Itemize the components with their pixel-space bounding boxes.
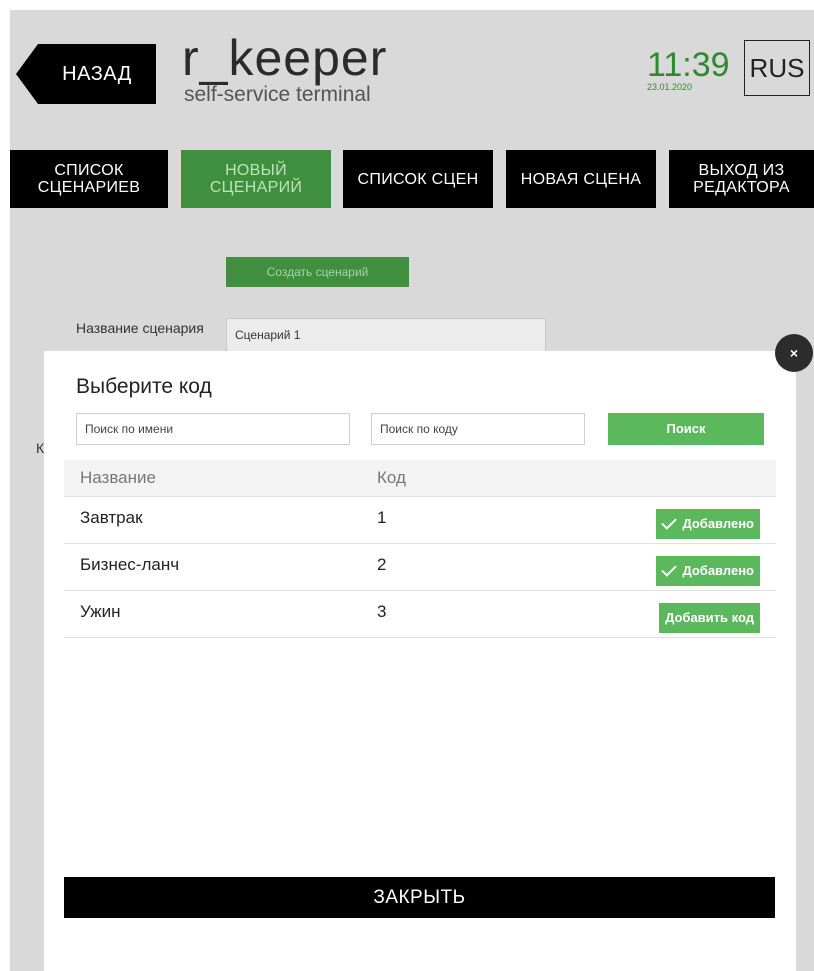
checkmark-icon [661, 514, 678, 530]
hidden-label-fragment: К [36, 440, 45, 456]
back-button-label: НАЗАД [62, 63, 132, 85]
scenario-name-label: Название сценария [76, 320, 204, 336]
search-by-name-input[interactable]: Поиск по имени [76, 413, 350, 445]
add-code-button[interactable]: Добавить код [659, 603, 760, 633]
added-button[interactable]: Добавлено [656, 556, 760, 586]
column-header-name: Название [80, 468, 156, 487]
app-logo: r_keeper self-service terminal [182, 30, 387, 106]
table-header: Название Код [64, 460, 776, 497]
added-button[interactable]: Добавлено [656, 509, 760, 539]
nav-exit-editor[interactable]: ВЫХОД ИЗ РЕДАКТОРА [669, 150, 814, 208]
logo-title: r_keeper [182, 30, 388, 86]
row-code: 2 [377, 555, 387, 574]
checkmark-icon [661, 561, 678, 577]
add-code-button-label: Добавить код [665, 610, 754, 625]
logo-subtitle: self-service terminal [184, 83, 371, 106]
create-scenario-button[interactable]: Создать сценарий [226, 257, 409, 287]
close-icon[interactable]: × [775, 334, 813, 372]
row-code: 3 [377, 602, 387, 621]
row-name: Бизнес-ланч [80, 555, 180, 574]
search-by-code-input[interactable]: Поиск по коду [371, 413, 585, 445]
column-header-code: Код [377, 468, 406, 487]
clock-time: 11:39 [647, 46, 730, 84]
row-name: Ужин [80, 602, 121, 621]
back-button[interactable]: НАЗАД [16, 44, 156, 104]
main-nav: СПИСОК СЦЕНАРИЕВ НОВЫЙ СЦЕНАРИЙ СПИСОК С… [10, 150, 814, 208]
codes-table: Название Код Завтрак 1 Добавлено Бизнес-… [64, 460, 776, 638]
clock: 11:39 23.01.2020 [647, 46, 730, 92]
scenario-name-input[interactable]: Сценарий 1 [226, 318, 546, 352]
nav-scenario-list[interactable]: СПИСОК СЦЕНАРИЕВ [10, 150, 168, 208]
table-row: Бизнес-ланч 2 Добавлено [64, 544, 776, 591]
modal-title: Выберите код [76, 375, 212, 398]
language-button[interactable]: RUS [744, 40, 810, 96]
nav-new-scenario[interactable]: НОВЫЙ СЦЕНАРИЙ [181, 150, 331, 208]
close-modal-button[interactable]: ЗАКРЫТЬ [64, 877, 775, 918]
search-button[interactable]: Поиск [608, 413, 764, 445]
select-code-modal: Выберите код Поиск по имени Поиск по код… [44, 351, 796, 971]
row-name: Завтрак [80, 508, 143, 527]
nav-scene-list[interactable]: СПИСОК СЦЕН [343, 150, 493, 208]
nav-new-scene[interactable]: НОВАЯ СЦЕНА [506, 150, 656, 208]
row-code: 1 [377, 508, 387, 527]
added-button-label: Добавлено [682, 563, 754, 578]
table-row: Ужин 3 Добавить код [64, 591, 776, 638]
added-button-label: Добавлено [682, 516, 754, 531]
table-row: Завтрак 1 Добавлено [64, 497, 776, 544]
